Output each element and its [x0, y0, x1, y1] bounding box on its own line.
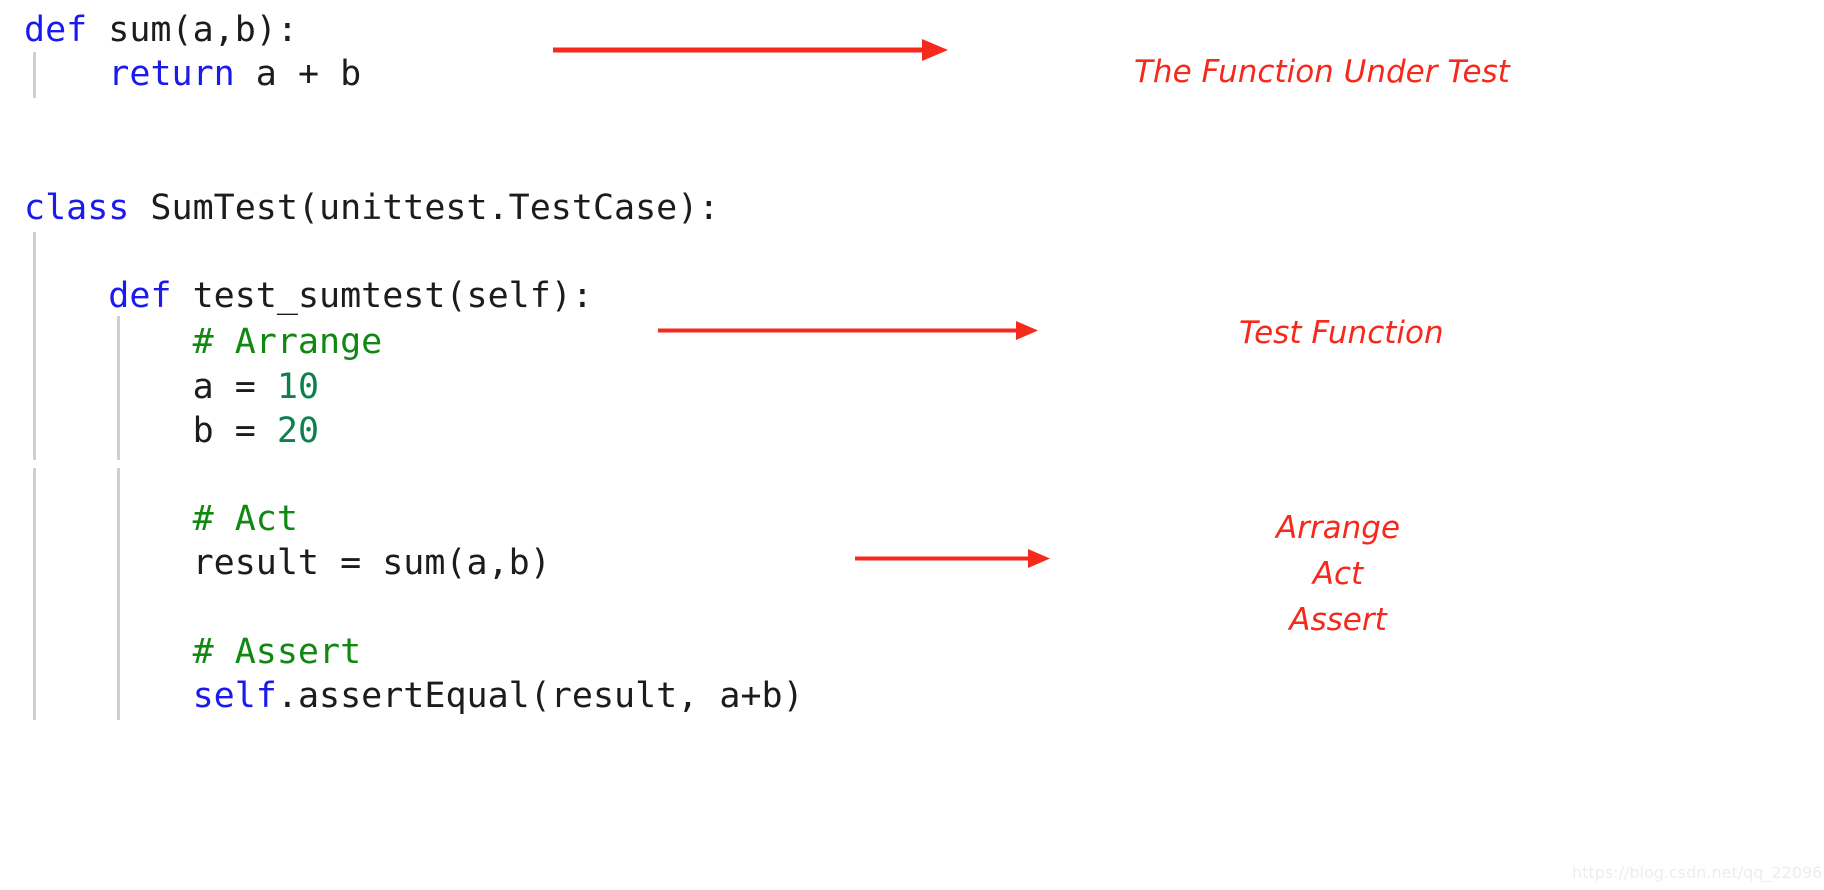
- code-line-assert-equal: self.assertEqual(result, a+b): [24, 674, 804, 718]
- code-line-assign-result: result = sum(a,b): [24, 541, 551, 585]
- token-plain: a + b: [234, 54, 362, 94]
- token-kw: class: [24, 188, 130, 228]
- arrow-arrange-act-assert: [855, 548, 1050, 568]
- token-kw: return: [108, 54, 235, 94]
- token-plain: SumTest(unittest.TestCase):: [129, 188, 720, 228]
- annotation-line-arrange: Arrange: [1275, 510, 1401, 546]
- annotation-arrange-act-assert: Arrange Act Assert: [1218, 505, 1458, 643]
- token-plain: b =: [24, 411, 277, 451]
- token-cmt: # Act: [192, 499, 298, 539]
- token-kw: def: [108, 276, 172, 316]
- annotation-function-under-test: The Function Under Test: [1134, 54, 1510, 90]
- token-plain: sum(a,b):: [87, 10, 298, 50]
- token-plain: test_sumtest(self):: [171, 276, 593, 316]
- token-kw: def: [24, 10, 88, 50]
- code-annotation-figure: def sum(a,b): return a + b class SumTest(…: [0, 0, 1824, 890]
- code-line-comment-act: # Act: [24, 497, 298, 541]
- code-line-def-sum: def sum(a,b):: [24, 8, 298, 52]
- arrow-function-under-test: [553, 39, 948, 61]
- code-line-assign-b: b = 20: [24, 409, 319, 453]
- watermark: https://blog.csdn.net/qq_22096121: [1572, 863, 1824, 882]
- token-plain: a =: [24, 367, 277, 407]
- code-line-comment-assert: # Assert: [24, 630, 362, 674]
- token-kw: self: [192, 676, 277, 716]
- annotation-line-assert: Assert: [1289, 602, 1387, 638]
- annotation-line-act: Act: [1312, 556, 1364, 592]
- token-plain: .assertEqual(result, a+b): [276, 676, 804, 716]
- arrow-test-function: [658, 320, 1038, 340]
- code-line-assign-a: a = 10: [24, 365, 319, 409]
- code-line-class-sumtest: class SumTest(unittest.TestCase):: [24, 186, 719, 230]
- code-line-comment-arrange: # Arrange: [24, 320, 383, 364]
- code-line-def-test-sumtest: def test_sumtest(self):: [24, 274, 593, 318]
- token-num: 10: [276, 367, 320, 407]
- code-line-return-a-b: return a + b: [24, 52, 361, 96]
- token-cmt: # Arrange: [192, 322, 383, 362]
- token-cmt: # Assert: [192, 632, 362, 672]
- token-num: 20: [276, 411, 320, 451]
- token-plain: result = sum(a,b): [24, 543, 551, 583]
- annotation-test-function: Test Function: [1239, 315, 1444, 351]
